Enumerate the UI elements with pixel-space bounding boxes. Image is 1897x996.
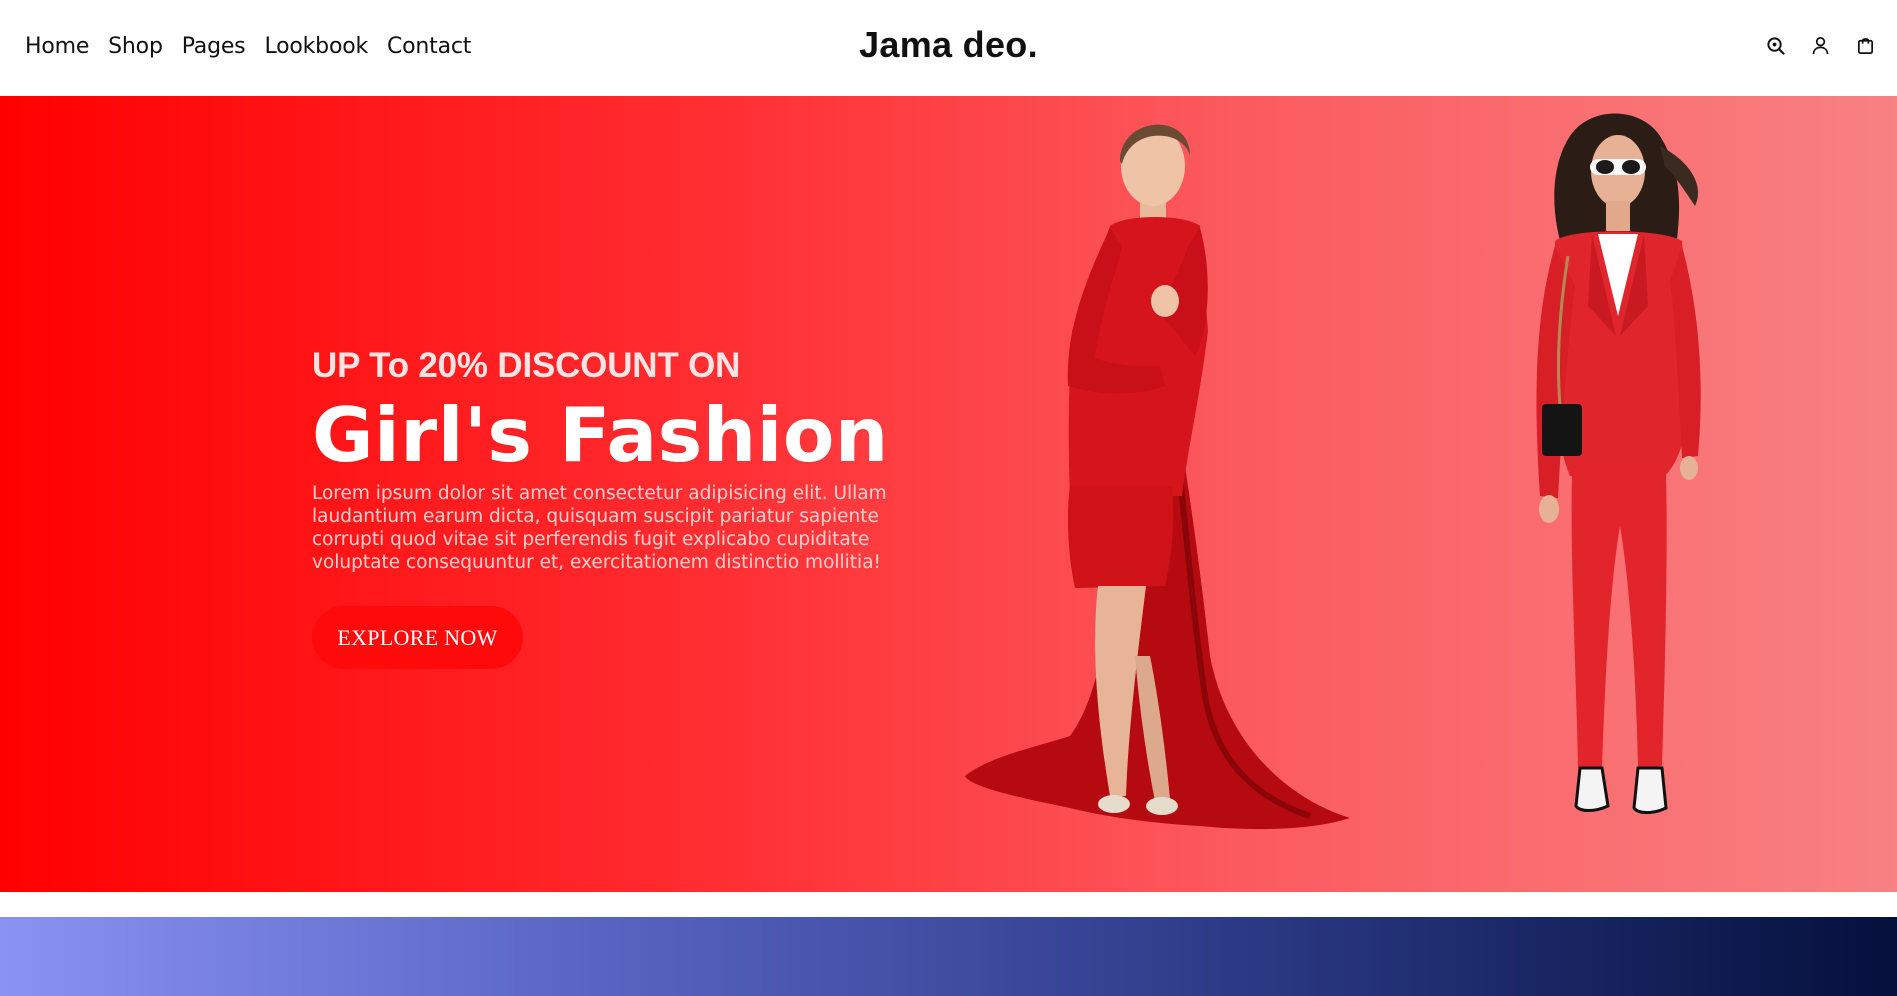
- model-red-suit-image: [1536, 113, 1701, 814]
- hero-description: Lorem ipsum dolor sit amet consectetur a…: [312, 483, 887, 573]
- explore-now-button[interactable]: EXPLORE NOW: [312, 606, 523, 669]
- hero-banner: UP To 20% DISCOUNT ON Girl's Fashion Lor…: [0, 96, 1897, 892]
- cart-icon[interactable]: [1856, 36, 1875, 55]
- hero-content: UP To 20% DISCOUNT ON Girl's Fashion Lor…: [312, 346, 912, 574]
- header-actions: [1766, 36, 1875, 55]
- hero-headline: Girl's Fashion: [312, 391, 889, 479]
- site-header: Home Shop Pages Lookbook Contact Jama de…: [0, 0, 1897, 96]
- secondary-banner: [0, 917, 1897, 996]
- discount-eyebrow: UP To 20% DISCOUNT ON: [312, 346, 741, 385]
- model-red-dress-image: [965, 124, 1350, 830]
- user-icon[interactable]: [1811, 36, 1830, 55]
- search-icon[interactable]: [1766, 36, 1785, 55]
- brand-logo[interactable]: Jama deo.: [0, 24, 1897, 66]
